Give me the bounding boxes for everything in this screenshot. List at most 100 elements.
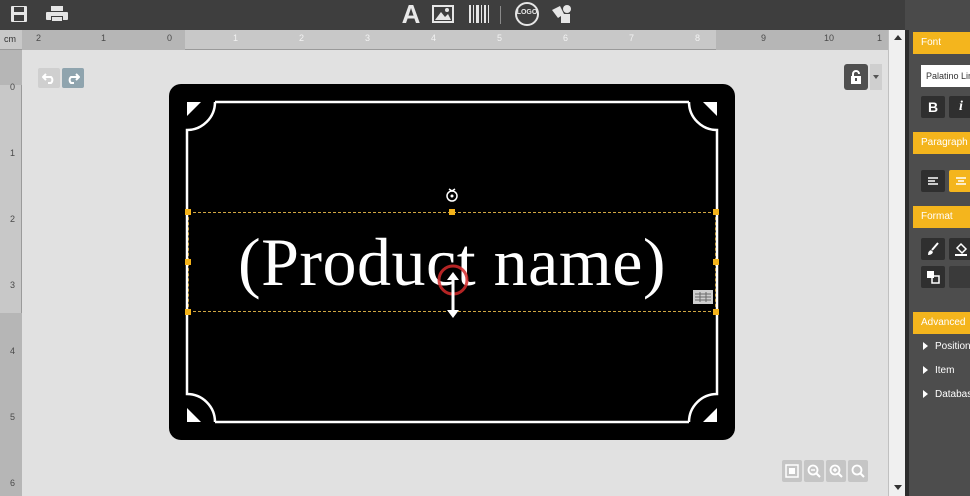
arrange-secondary-button[interactable]: [949, 266, 970, 288]
vertical-resize-cursor-icon: [437, 264, 469, 318]
ruler-number: 10: [824, 33, 835, 43]
ruler-number: 1: [233, 33, 239, 43]
advanced-item-label: Item: [935, 365, 955, 376]
italic-label: i: [959, 99, 963, 114]
zoom-in-button[interactable]: [826, 460, 846, 482]
redo-icon: [68, 73, 80, 84]
zoom-actual-button[interactable]: [848, 460, 868, 482]
fit-page-button[interactable]: [782, 460, 802, 482]
ruler-number: 1: [101, 33, 107, 43]
ruler-number: 3: [365, 33, 371, 43]
format-section-header[interactable]: Format: [913, 206, 970, 228]
bold-label: B: [927, 99, 939, 115]
top-toolbar: A LOGO: [0, 0, 905, 30]
paint-bucket-icon: [955, 242, 968, 256]
ruler-number: 6: [10, 478, 16, 488]
lock-dropdown-button[interactable]: [870, 64, 882, 90]
undo-button[interactable]: [38, 68, 60, 88]
properties-panel: Font Palatino Linotype B i Paragraph For…: [905, 30, 970, 496]
ruler-number: 2: [36, 33, 42, 43]
expand-triangle-icon: [923, 390, 928, 399]
scroll-up-icon[interactable]: [892, 32, 903, 43]
resize-handle[interactable]: [185, 259, 191, 265]
barcode-tool-icon[interactable]: [466, 2, 492, 26]
ruler-number: 5: [10, 412, 16, 422]
redo-button[interactable]: [62, 68, 84, 88]
vertical-scrollbar[interactable]: [888, 30, 905, 496]
advanced-item-label: Position: [935, 341, 970, 352]
ruler-number: 4: [431, 33, 437, 43]
align-left-icon: [928, 177, 938, 185]
horizontal-ruler: cm 2 1 0 1 2 3 4 5 6 7 8 9 10 1: [0, 30, 888, 50]
text-frame-icon[interactable]: [693, 290, 713, 304]
padlock-icon: [851, 70, 861, 84]
ruler-number: 2: [299, 33, 305, 43]
advanced-item-item[interactable]: Item: [923, 365, 954, 376]
ruler-margin-bottom: [0, 313, 22, 496]
zoom-in-icon: [829, 464, 843, 478]
brush-button[interactable]: [921, 238, 945, 260]
ruler-unit-label: cm: [4, 34, 16, 44]
ruler-number: 0: [167, 33, 173, 43]
italic-button[interactable]: i: [949, 96, 970, 118]
ruler-margin-right: [716, 30, 888, 50]
zoom-out-button[interactable]: [804, 460, 824, 482]
ruler-number: 7: [629, 33, 635, 43]
toolbar-separator: [500, 6, 501, 24]
print-icon[interactable]: [44, 2, 70, 26]
font-name-field[interactable]: Palatino Linotype: [921, 65, 970, 87]
align-center-icon: [956, 177, 966, 185]
zoom-out-icon: [807, 464, 821, 478]
paint-brush-icon: [928, 242, 939, 255]
font-section-header[interactable]: Font: [913, 32, 970, 54]
label-design[interactable]: (Product name): [169, 84, 735, 440]
vertical-ruler: 0 1 2 3 4 5 6: [0, 50, 22, 496]
fit-page-icon: [785, 464, 799, 478]
text-tool-icon[interactable]: A: [398, 0, 424, 29]
ruler-number: 8: [695, 33, 701, 43]
image-tool-icon[interactable]: [430, 2, 456, 26]
ruler-number: 3: [10, 280, 16, 290]
align-left-button[interactable]: [921, 170, 945, 192]
logo-tool-icon[interactable]: LOGO: [512, 2, 542, 26]
undo-icon: [42, 73, 54, 84]
bold-button[interactable]: B: [921, 96, 945, 118]
expand-triangle-icon: [923, 366, 928, 375]
paragraph-section-header[interactable]: Paragraph: [913, 132, 970, 154]
resize-handle[interactable]: [713, 309, 719, 315]
ruler-number: 5: [497, 33, 503, 43]
resize-handle[interactable]: [713, 209, 719, 215]
align-center-button[interactable]: [949, 170, 970, 192]
advanced-item-position[interactable]: Position: [923, 341, 970, 352]
resize-handle[interactable]: [185, 309, 191, 315]
advanced-item-label: Database: [935, 389, 970, 400]
ruler-number: 0: [10, 82, 16, 92]
scroll-down-icon[interactable]: [892, 482, 903, 493]
ruler-number: 2: [10, 214, 16, 224]
logo-tool-label: LOGO: [516, 9, 538, 16]
lock-button[interactable]: [844, 64, 868, 90]
rotate-handle-icon[interactable]: [445, 188, 459, 202]
design-canvas[interactable]: (Product name): [22, 50, 888, 496]
magnifier-icon: [851, 464, 865, 478]
ruler-number: 1: [877, 33, 883, 43]
zoom-controls: [782, 460, 868, 482]
expand-triangle-icon: [923, 342, 928, 351]
resize-handle[interactable]: [449, 209, 455, 215]
ruler-number: 4: [10, 346, 16, 356]
text-tool-label: A: [401, 0, 421, 29]
label-editor-app: A LOGO cm 2 1 0 1 2 3 4 5 6 7 8 9 10 1 0…: [0, 0, 970, 496]
bring-forward-icon: [927, 271, 940, 284]
ruler-margin-top: [0, 50, 22, 85]
ruler-number: 1: [10, 148, 16, 158]
ruler-number: 9: [761, 33, 767, 43]
advanced-section-header[interactable]: Advanced: [913, 312, 970, 334]
arrange-button[interactable]: [921, 266, 945, 288]
save-icon[interactable]: [6, 2, 32, 26]
advanced-item-database[interactable]: Database: [923, 389, 970, 400]
resize-handle[interactable]: [713, 259, 719, 265]
chevron-down-icon: [873, 75, 879, 79]
shape-tool-icon[interactable]: [548, 2, 574, 26]
resize-handle[interactable]: [185, 209, 191, 215]
fill-button[interactable]: [949, 238, 970, 260]
